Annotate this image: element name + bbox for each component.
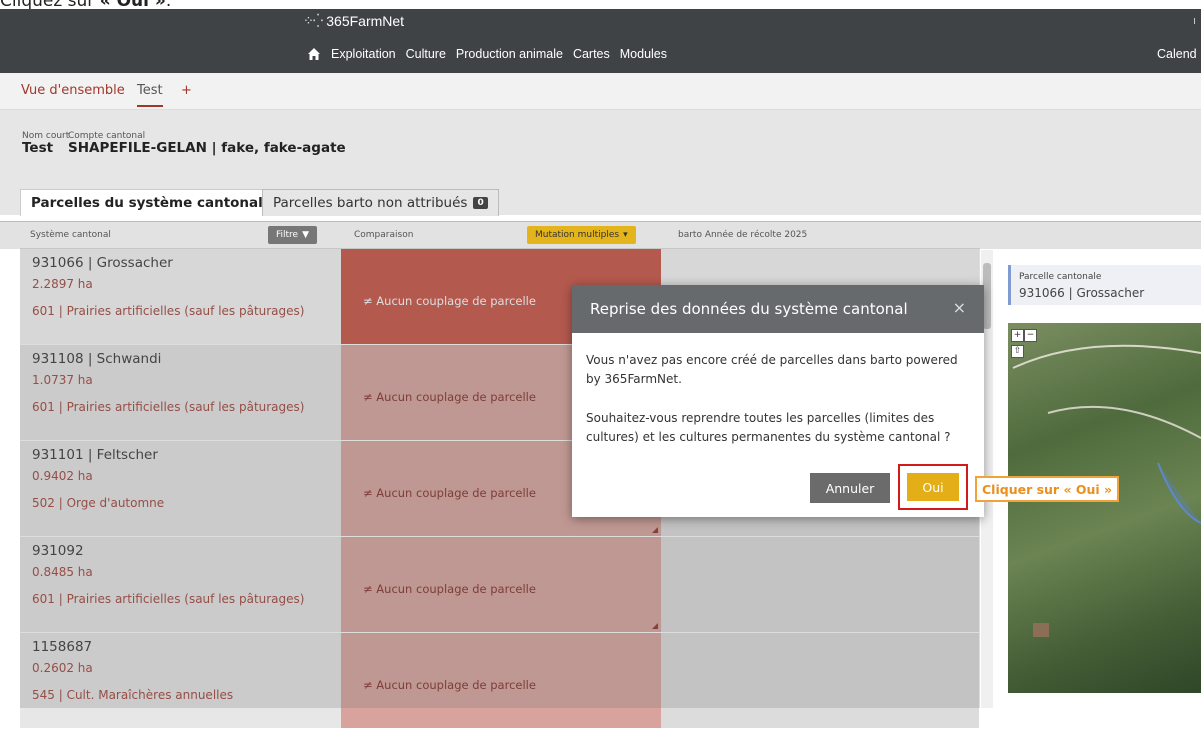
coupling-status: ≠ Aucun couplage de parcelle <box>363 582 536 596</box>
cantonal-parcel-card: Parcelle cantonale 931066 | Grossacher <box>1008 265 1201 305</box>
comparison-cell[interactable]: ≠ Aucun couplage de parcelle <box>341 537 661 632</box>
zoom-in-button[interactable]: + <box>1011 329 1024 342</box>
nav-exploitation[interactable]: Exploitation <box>331 47 396 61</box>
cancel-button[interactable]: Annuler <box>810 473 890 503</box>
nav-cartes[interactable]: Cartes <box>573 47 610 61</box>
add-tab-button[interactable]: + <box>181 83 192 98</box>
table-row[interactable]: 1158687 0.2602 ha 545 | Cult. Maraîchère… <box>20 633 979 729</box>
parcel-area: 0.9402 ha <box>32 469 93 483</box>
dialog-header: Reprise des données du système cantonal … <box>572 285 984 333</box>
nav-calendar[interactable]: Calend <box>1157 47 1197 61</box>
corner-marker <box>652 527 658 533</box>
parcel-culture: 502 | Orge d'automne <box>32 496 165 510</box>
coupling-status: ≠ Aucun couplage de parcelle <box>363 390 536 404</box>
barto-cell[interactable] <box>661 537 979 632</box>
column-header-bar: Système cantonal Filtre ▼ Comparaison Mu… <box>0 221 1201 249</box>
parcel-name: 1158687 <box>32 639 93 655</box>
satellite-map[interactable]: + − ⇧ <box>1008 323 1201 693</box>
parcel-name: 931092 <box>32 543 84 559</box>
app-logo-text: 365FarmNet <box>326 13 405 29</box>
top-bar <box>0 9 1201 73</box>
short-name-value: Test <box>22 140 54 156</box>
mutation-label: Mutation multiples <box>535 230 620 240</box>
nav-modules[interactable]: Modules <box>620 47 667 61</box>
farmnet-logo-icon: ⁘⁛ <box>303 13 323 28</box>
app-logo[interactable]: ⁘⁛ 365FarmNet <box>303 13 404 29</box>
tab-unassigned-parcels-label: Parcelles barto non attribués <box>273 195 468 211</box>
nav-culture[interactable]: Culture <box>406 47 446 61</box>
barto-cell[interactable] <box>661 633 979 728</box>
filter-icon: ▼ <box>302 230 310 240</box>
dialog-title: Reprise des données du système cantonal <box>590 300 908 318</box>
tab-overview[interactable]: Vue d'ensemble <box>21 83 125 98</box>
home-extent-icon[interactable]: ⇧ <box>1011 345 1024 358</box>
zoom-out-button[interactable]: − <box>1024 329 1037 342</box>
count-badge: 0 <box>473 197 488 209</box>
corner-marker <box>652 623 658 629</box>
page-tabs: Vue d'ensemble Test + <box>0 73 1201 110</box>
highlight-box: Oui <box>898 464 968 510</box>
parcel-name: 931101 | Feltscher <box>32 447 158 463</box>
dialog-message-1: Vous n'avez pas encore créé de parcelles… <box>586 353 958 386</box>
home-icon[interactable] <box>307 47 321 61</box>
parcel-culture: 545 | Cult. Maraîchères annuelles <box>32 688 234 702</box>
dialog-message-2: Souhaitez-vous reprendre toutes les parc… <box>586 411 951 444</box>
confirm-button[interactable]: Oui <box>907 473 959 501</box>
parcel-culture: 601 | Prairies artificielles (sauf les p… <box>32 592 305 606</box>
tab-unassigned-parcels[interactable]: Parcelles barto non attribués 0 <box>262 189 499 216</box>
filter-button[interactable]: Filtre ▼ <box>268 226 318 244</box>
map-roads <box>1012 344 1201 637</box>
coupling-status: ≠ Aucun couplage de parcelle <box>363 678 536 692</box>
parcel-name: 931108 | Schwandi <box>32 351 162 367</box>
chevron-down-icon: ▾ <box>623 230 628 240</box>
instruction-callout: Cliquer sur « Oui » <box>975 476 1120 502</box>
farm-header: Nom court Compte cantonal Test SHAPEFILE… <box>0 110 1201 185</box>
parcel-area: 1.0737 ha <box>32 373 93 387</box>
parcel-area: 0.8485 ha <box>32 565 93 579</box>
tab-cantonal-parcels[interactable]: Parcelles du système cantonal 31 <box>20 189 301 216</box>
table-row[interactable]: 931092 0.8485 ha 601 | Prairies artifici… <box>20 537 979 633</box>
coupling-status: ≠ Aucun couplage de parcelle <box>363 486 536 500</box>
comparison-cell[interactable]: ≠ Aucun couplage de parcelle <box>341 633 661 728</box>
coupling-status: ≠ Aucun couplage de parcelle <box>363 294 536 308</box>
parcel-name: 931066 | Grossacher <box>32 255 173 271</box>
account-value: SHAPEFILE-GELAN | fake, fake-agate <box>68 140 346 156</box>
column-barto: barto Année de récolte 2025 <box>678 230 808 240</box>
close-icon[interactable]: × <box>953 298 966 317</box>
column-system: Système cantonal <box>30 230 111 240</box>
parcel-culture: 601 | Prairies artificielles (sauf les p… <box>32 304 305 318</box>
parcel-subtabs: Parcelles du système cantonal 31 Parcell… <box>0 185 1201 216</box>
close-icon[interactable]: ı <box>1193 14 1196 27</box>
main-nav: Exploitation Culture Production animale … <box>307 47 667 61</box>
column-comparison: Comparaison <box>354 230 414 240</box>
filter-label: Filtre <box>276 230 299 240</box>
tab-test[interactable]: Test <box>137 83 163 107</box>
parcel-card-value: 931066 | Grossacher <box>1019 286 1145 300</box>
scrollbar-thumb[interactable] <box>983 263 991 329</box>
parcel-card-label: Parcelle cantonale <box>1019 272 1102 282</box>
tab-cantonal-parcels-label: Parcelles du système cantonal <box>31 195 263 211</box>
nav-production-animale[interactable]: Production animale <box>456 47 563 61</box>
mutation-multiple-button[interactable]: Mutation multiples ▾ <box>527 226 636 244</box>
parcel-culture: 601 | Prairies artificielles (sauf les p… <box>32 400 305 414</box>
parcel-area: 2.2897 ha <box>32 277 93 291</box>
parcel-area: 0.2602 ha <box>32 661 93 675</box>
